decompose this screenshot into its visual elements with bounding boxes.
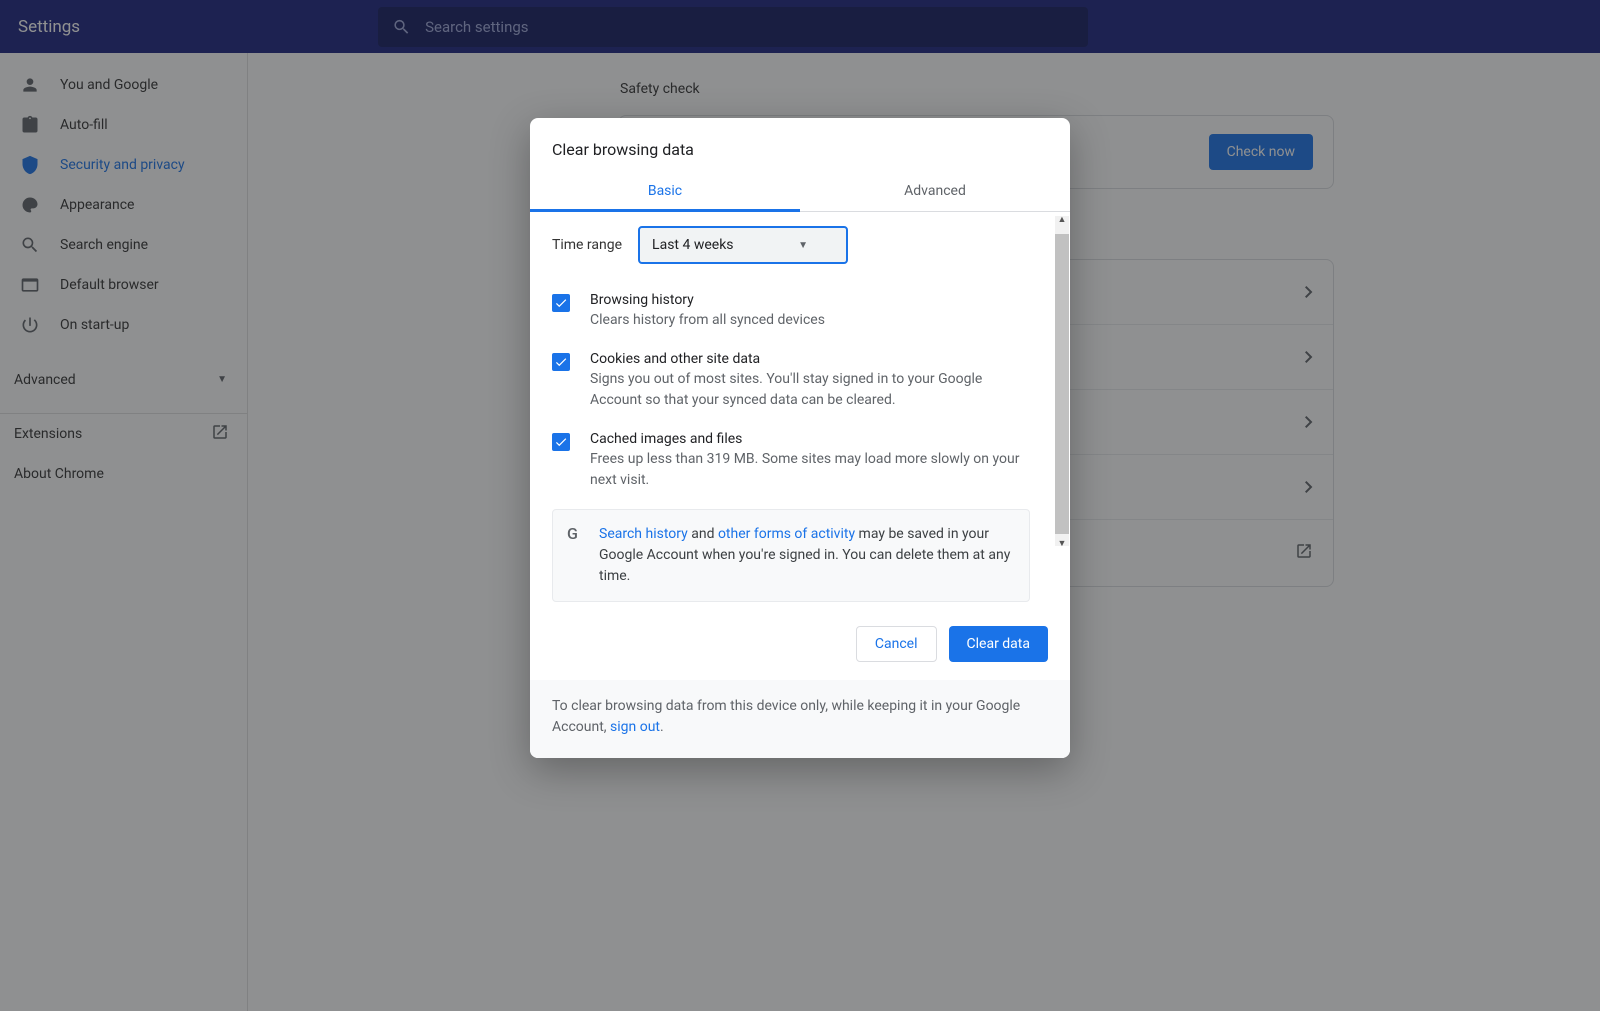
scroll-down-icon[interactable]: ▼ [1055,536,1069,550]
time-range-select[interactable]: Last 4 weeks ▼ [638,226,848,264]
clear-data-button[interactable]: Clear data [949,626,1048,662]
scrollbar-thumb[interactable] [1055,234,1069,534]
option-browsing-history: Browsing history Clears history from all… [552,282,1030,341]
dialog-tabs: Basic Advanced [530,171,1070,212]
modal-overlay: Clear browsing data Basic Advanced ▲ ▼ T… [0,0,1600,1011]
option-desc: Signs you out of most sites. You'll stay… [590,369,1030,411]
search-history-link[interactable]: Search history [599,526,688,542]
tab-advanced[interactable]: Advanced [800,171,1070,211]
checkbox-cached[interactable] [552,433,570,451]
dialog-footer: To clear browsing data from this device … [530,680,1070,758]
time-range-label: Time range [552,237,622,253]
info-message: Search history and other forms of activi… [599,524,1015,587]
option-title: Cookies and other site data [590,351,1030,367]
cancel-button[interactable]: Cancel [856,626,937,662]
clear-browsing-data-dialog: Clear browsing data Basic Advanced ▲ ▼ T… [530,118,1070,758]
option-cookies: Cookies and other site data Signs you ou… [552,341,1030,421]
option-desc: Frees up less than 319 MB. Some sites ma… [590,449,1030,491]
checkbox-cookies[interactable] [552,353,570,371]
info-box: G Search history and other forms of acti… [552,509,1030,602]
option-cached: Cached images and files Frees up less th… [552,421,1030,501]
other-activity-link[interactable]: other forms of activity [718,526,855,542]
sign-out-link[interactable]: sign out [610,719,660,735]
time-range-value: Last 4 weeks [652,237,733,253]
option-title: Cached images and files [590,431,1030,447]
scroll-up-icon[interactable]: ▲ [1055,212,1069,226]
caret-down-icon: ▼ [798,240,808,251]
option-title: Browsing history [590,292,825,308]
google-icon: G [567,524,585,542]
checkbox-browsing-history[interactable] [552,294,570,312]
dialog-title: Clear browsing data [530,118,1070,171]
option-desc: Clears history from all synced devices [590,310,825,331]
tab-basic[interactable]: Basic [530,171,800,211]
